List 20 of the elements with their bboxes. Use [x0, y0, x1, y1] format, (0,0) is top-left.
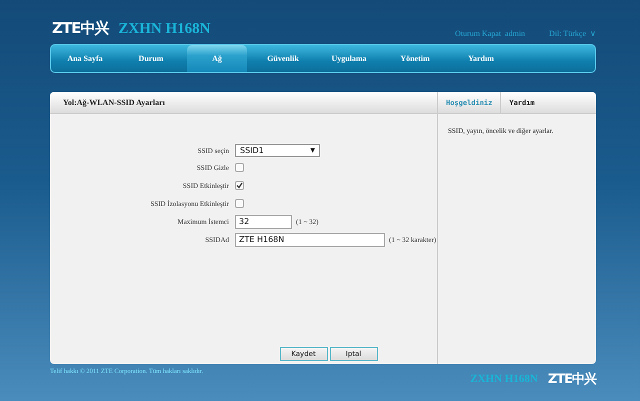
caret-icon[interactable]: ∨ [590, 29, 596, 38]
input-field[interactable]: 32 [235, 214, 292, 228]
nav-tab[interactable]: Yönetim [385, 45, 445, 72]
logout-link[interactable]: Oturum Kapat [455, 29, 502, 38]
checkbox[interactable] [235, 163, 244, 172]
checkbox[interactable] [235, 199, 244, 208]
language-link[interactable]: Dil: Türkçe [549, 29, 586, 38]
breadcrumb: Yol:Ağ-WLAN-SSID Ayarları [63, 98, 165, 107]
nav-tab[interactable]: Ana Sayfa [55, 45, 115, 72]
checkbox[interactable] [235, 181, 244, 190]
user-name: admin [505, 29, 526, 38]
nav-tab[interactable]: Güvenlik [253, 45, 313, 72]
nav-tab[interactable]: Durum [121, 45, 181, 72]
nav-tab[interactable]: Ağ [187, 45, 247, 72]
model-title: ZXHN H168N [118, 21, 210, 38]
brand-logo: ZTE中兴 [52, 19, 108, 38]
nav-tab[interactable]: Uygulama [319, 45, 379, 72]
brand-logo: ZTE中兴 [548, 370, 596, 388]
input-field[interactable]: ZTE H168N [235, 232, 385, 246]
nav-tab[interactable]: Yardım [451, 45, 511, 72]
